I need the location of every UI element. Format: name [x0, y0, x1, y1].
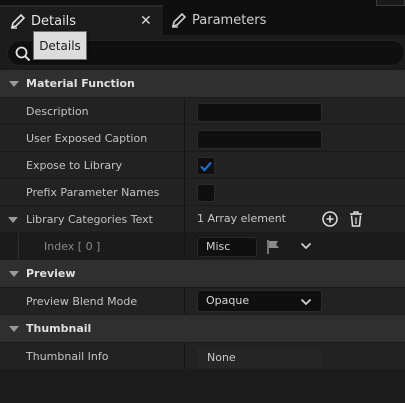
expand-arrow-icon[interactable]	[9, 271, 19, 277]
property-preview-blend-mode: Preview Blend Mode Opaque	[0, 287, 405, 314]
property-user-exposed-caption: User Exposed Caption	[0, 124, 405, 151]
expose-checkbox[interactable]	[197, 157, 215, 175]
column-divider[interactable]	[184, 206, 185, 232]
dropdown-value: Opaque	[206, 294, 250, 307]
tab-bar: Details ✕ Parameters	[0, 0, 405, 35]
category-preview[interactable]: Preview	[0, 260, 405, 287]
property-library-categories: Library Categories Text 1 Array element	[0, 205, 405, 232]
column-divider[interactable]	[184, 233, 185, 259]
search-icon	[15, 46, 31, 65]
column-divider[interactable]	[184, 179, 185, 205]
window-corner	[376, 0, 405, 6]
column-divider[interactable]	[184, 288, 185, 314]
blend-mode-dropdown[interactable]: Opaque	[197, 290, 322, 312]
column-divider[interactable]	[184, 125, 185, 151]
checkmark-icon	[200, 161, 212, 172]
property-thumbnail-info: Thumbnail Info None	[0, 342, 405, 369]
index-label: Index [ 0 ]	[44, 240, 101, 253]
column-divider[interactable]	[184, 98, 185, 124]
close-icon[interactable]: ✕	[140, 13, 152, 29]
thumbnail-info-field[interactable]: None	[197, 348, 322, 368]
pencil-icon	[9, 12, 27, 30]
indent-guide	[18, 233, 19, 259]
property-description: Description	[0, 97, 405, 124]
property-expose-to-library: Expose to Library	[0, 151, 405, 178]
category-thumbnail[interactable]: Thumbnail	[0, 315, 405, 342]
prefix-checkbox[interactable]	[197, 184, 215, 202]
property-prefix-parameter-names: Prefix Parameter Names	[0, 178, 405, 205]
chevron-down-icon[interactable]	[300, 241, 312, 254]
property-label: Expose to Library	[26, 159, 123, 172]
chevron-down-icon	[300, 297, 312, 310]
expand-arrow-icon[interactable]	[9, 81, 19, 87]
index-value-field[interactable]: Misc	[197, 237, 257, 257]
category-title: Preview	[26, 267, 76, 280]
caption-field[interactable]	[197, 130, 322, 149]
property-label: Description	[26, 105, 89, 118]
property-label: Preview Blend Mode	[26, 295, 138, 308]
property-label: User Exposed Caption	[26, 132, 148, 145]
category-title: Thumbnail	[26, 322, 92, 335]
description-field[interactable]	[197, 103, 322, 122]
tooltip: Details	[33, 31, 87, 60]
tab-details-label: Details	[31, 13, 77, 29]
pencil-icon	[170, 11, 188, 29]
tab-parameters-label: Parameters	[192, 12, 267, 28]
expand-arrow-icon[interactable]	[9, 326, 19, 332]
tab-parameters[interactable]: Parameters	[166, 5, 405, 35]
expand-arrow-icon[interactable]	[8, 217, 18, 223]
array-count: 1 Array element	[197, 212, 286, 225]
add-icon[interactable]	[322, 211, 338, 230]
property-label: Prefix Parameter Names	[26, 186, 160, 199]
array-element-row: Index [ 0 ] Misc	[0, 232, 405, 259]
column-divider[interactable]	[184, 343, 185, 369]
category-title: Material Function	[26, 77, 135, 90]
flag-icon[interactable]	[266, 239, 282, 258]
property-label: Library Categories Text	[26, 213, 153, 226]
details-panel: Material Function Description User Expos…	[0, 70, 405, 403]
category-material-function[interactable]: Material Function	[0, 70, 405, 97]
property-label: Thumbnail Info	[26, 350, 109, 363]
trash-icon[interactable]	[348, 210, 364, 231]
column-divider[interactable]	[184, 152, 185, 178]
